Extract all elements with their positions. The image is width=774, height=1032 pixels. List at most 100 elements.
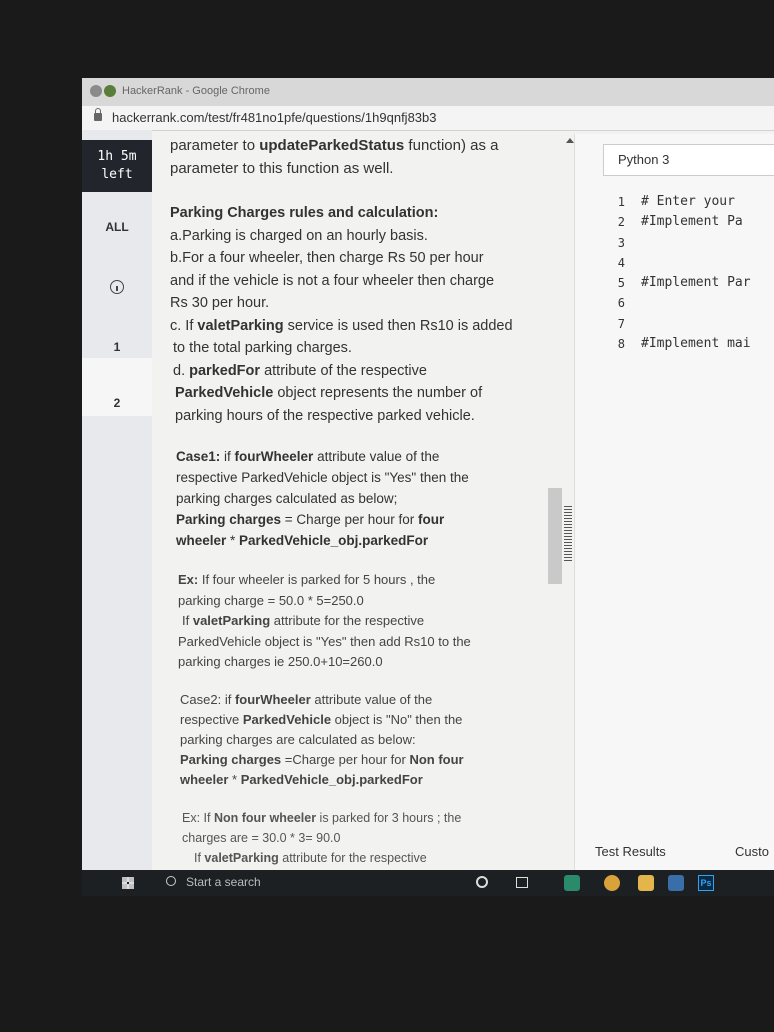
text: attribute for the respective <box>270 613 425 628</box>
bold-text: Non four <box>409 752 464 767</box>
code-line[interactable]: #Implement Par <box>641 273 751 293</box>
example-label: Ex: <box>182 811 201 825</box>
text: c. If <box>170 317 198 334</box>
line-numbers: 1 2 3 4 5 6 7 8 <box>575 192 631 354</box>
text: if <box>221 692 235 707</box>
rule-c: to the total parking charges. <box>173 340 352 356</box>
scroll-up-arrow[interactable] <box>566 138 574 143</box>
app-icon[interactable] <box>668 875 684 891</box>
code-line[interactable]: #Implement mai <box>641 334 751 354</box>
bold-text: parkedFor <box>189 362 261 379</box>
rules-block: Parking Charges rules and calculation: a… <box>170 202 590 427</box>
bold-text: fourWheeler <box>234 692 311 707</box>
text: If <box>194 851 205 865</box>
nav-question-1[interactable]: 1 <box>82 340 152 354</box>
text: * <box>228 772 241 787</box>
code-area[interactable]: # Enter your #Implement Pa #Implement Par #… <box>641 192 751 354</box>
line-number: 3 <box>617 235 625 250</box>
text: if <box>220 449 235 464</box>
text: respective <box>180 712 243 727</box>
resize-handle[interactable] <box>564 506 572 562</box>
line-number: 4 <box>617 255 625 270</box>
lock-icon <box>94 108 102 121</box>
text: = Charge per hour for <box>281 512 418 527</box>
text: attribute for the respective <box>278 851 427 865</box>
text: attribute value of the <box>313 449 440 464</box>
line-number: 2 <box>617 215 625 230</box>
cortana-icon[interactable] <box>476 876 488 888</box>
code-line[interactable]: # Enter your <box>641 192 751 212</box>
question-sidebar: 1h 5m left ALL 1 2 <box>82 130 152 870</box>
text: is parked for 3 hours ; the <box>316 811 462 825</box>
nav-all[interactable]: ALL <box>82 220 152 234</box>
folder-icon[interactable] <box>638 875 654 891</box>
bold-text: Non four wheeler <box>213 811 317 825</box>
bold-text: valetParking <box>197 317 284 334</box>
windows-start-icon[interactable] <box>122 877 134 889</box>
text: =Charge per hour for <box>281 752 410 767</box>
taskbar: Start a search Ps <box>82 870 774 896</box>
screen: HackerRank - Google Chrome hackerrank.co… <box>82 78 774 896</box>
url-text[interactable]: hackerrank.com/test/fr481no1pfe/question… <box>112 110 437 125</box>
window-title: HackerRank - Google Chrome <box>122 85 270 97</box>
code-line[interactable]: #Implement Pa <box>641 212 751 232</box>
rule-b: and if the vehicle is not a four wheeler… <box>170 272 495 289</box>
text: attribute of the respective <box>260 362 427 379</box>
text: * <box>226 533 240 548</box>
case1-block: Case1: if fourWheeler attribute value of… <box>176 446 590 551</box>
text: service is used then Rs10 is added <box>283 317 513 334</box>
rule-d: parking hours of the respective parked v… <box>175 407 475 424</box>
code-line[interactable] <box>641 233 751 253</box>
bold-text: Parking charges <box>180 752 282 767</box>
scrollbar-thumb[interactable] <box>548 488 562 584</box>
bold-text: ParkedVehicle_obj.parkedFor <box>240 772 423 787</box>
task-view-icon[interactable] <box>516 877 528 888</box>
chrome-icon <box>90 85 102 97</box>
search-icon[interactable] <box>166 876 176 886</box>
line-number: 7 <box>617 316 625 331</box>
rule-b: Rs 30 per hour. <box>170 295 270 311</box>
nav-question-2[interactable]: 2 <box>82 396 152 410</box>
timer-suffix: left <box>101 167 133 182</box>
bold-text: ParkedVehicle <box>242 712 332 727</box>
code-editor[interactable]: Python 3 12345678 # Enter your #Implement… <box>574 134 774 874</box>
chrome-taskbar-icon[interactable] <box>604 875 620 891</box>
taskbar-search[interactable]: Start a search <box>186 875 261 889</box>
bold-text: wheeler <box>176 533 227 548</box>
example2-block: Ex: If Non four wheeler is parked for 3 … <box>182 808 590 868</box>
text: parking charges calculated as below; <box>176 491 398 506</box>
timer-value: 1h 5m <box>97 149 137 164</box>
code-line[interactable] <box>641 314 751 334</box>
text: parameter to <box>170 137 260 154</box>
rules-heading: Parking Charges rules and calculation: <box>170 205 439 221</box>
line-number: 8 <box>617 337 625 352</box>
rule-a: a.Parking is charged on an hourly basis. <box>170 227 428 244</box>
app-icon[interactable] <box>564 875 580 891</box>
hackerrank-icon <box>104 85 116 97</box>
line-number: 1 <box>617 195 625 209</box>
text: parking charge = 50.0 * 5=250.0 <box>178 592 364 608</box>
case-label: Case1: <box>176 449 221 464</box>
text: attribute value of the <box>310 692 433 707</box>
bold-text: valetParking <box>204 851 279 865</box>
text: object represents the number of <box>273 385 483 401</box>
test-results-tab[interactable]: Test Results <box>595 844 666 859</box>
example-label: Ex: <box>178 572 199 587</box>
bold-text: four <box>418 512 445 527</box>
custom-input-tab[interactable]: Custo <box>735 844 769 859</box>
info-icon[interactable] <box>110 280 124 294</box>
line-number: 5 <box>617 276 625 291</box>
line-number: 6 <box>617 296 625 311</box>
text: respective ParkedVehicle object is "Yes"… <box>176 470 469 485</box>
code-line[interactable] <box>641 293 751 313</box>
case-label: Case2: <box>180 692 222 707</box>
example1-block: Ex: If four wheeler is parked for 5 hour… <box>178 570 590 673</box>
language-select[interactable]: Python 3 <box>603 144 774 176</box>
bold-text: wheeler <box>180 772 229 787</box>
address-bar[interactable]: hackerrank.com/test/fr481no1pfe/question… <box>82 106 774 131</box>
text: If four wheeler is parked for 5 hours , … <box>198 572 436 587</box>
photoshop-icon[interactable]: Ps <box>698 875 714 891</box>
time-left: 1h 5m left <box>82 140 152 192</box>
code-line[interactable] <box>641 253 751 273</box>
intro-block: parameter to updateParkedStatus function… <box>170 134 590 180</box>
